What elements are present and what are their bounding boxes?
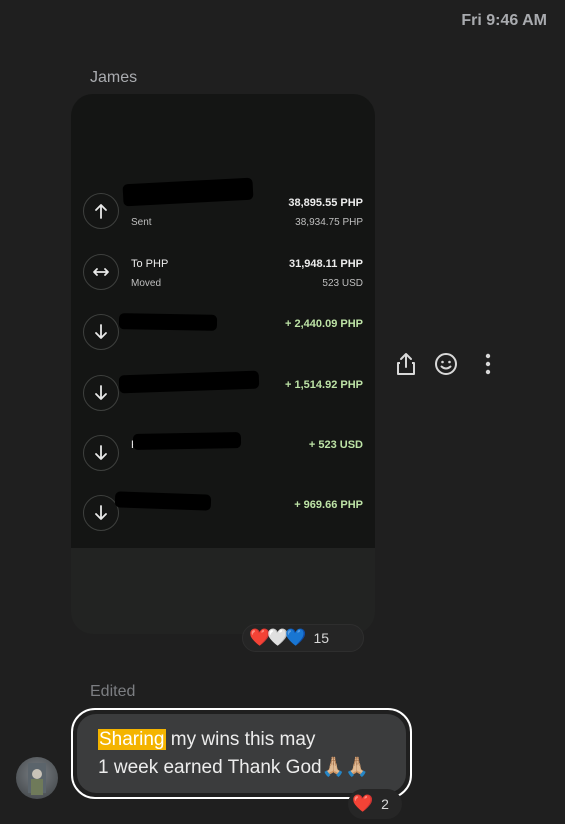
transaction-amount: 31,948.11 PHP: [288, 258, 363, 270]
arrow-down-icon: [83, 314, 119, 350]
transaction-sub-amount: 523 USD: [322, 278, 363, 289]
transaction-amount: + 969.66 PHP: [294, 499, 363, 511]
message-timestamp: Fri 9:46 AM: [461, 12, 547, 29]
transaction-amount: + 2,440.09 PHP: [285, 318, 363, 330]
arrow-up-icon: [83, 193, 119, 229]
share-icon[interactable]: [392, 350, 420, 378]
reaction-emojis: ❤️🤍💙: [249, 628, 307, 648]
message-reaction[interactable]: ❤️ 2: [348, 789, 402, 819]
transaction-amount: + 523 USD: [308, 439, 363, 451]
redaction-scribble: [118, 370, 260, 394]
transaction-row[interactable]: K+ 523 USD: [71, 432, 375, 497]
exchange-icon: [83, 254, 119, 290]
avatar[interactable]: [16, 757, 58, 799]
heart-reaction-icon: ❤️: [352, 794, 374, 813]
transaction-type: Moved: [131, 278, 162, 289]
transaction-sub-amount: 38,934.75 PHP: [295, 217, 363, 228]
reaction-emoji: ❤️: [249, 628, 270, 647]
arrow-down-icon: [83, 435, 119, 471]
transaction-amount: + 1,514.92 PHP: [285, 379, 363, 391]
reaction-emoji: 💙: [285, 628, 306, 647]
transaction-row[interactable]: + 969.66 PHP: [71, 491, 375, 557]
more-icon[interactable]: [474, 350, 502, 378]
arrow-down-icon: [83, 495, 119, 531]
highlighted-word: Sharing: [98, 729, 166, 750]
message-actions: [392, 350, 502, 378]
redaction-scribble: [114, 491, 212, 511]
transaction-name: To PHP: [131, 258, 169, 270]
smiley-icon[interactable]: [432, 350, 460, 378]
transaction-type: Sent: [131, 217, 152, 228]
reactions-summary[interactable]: ❤️🤍💙 15: [242, 624, 364, 652]
message-bubble[interactable]: Sharing my wins this may 1 week earned T…: [71, 708, 412, 799]
redaction-scribble: [118, 313, 218, 331]
message-line2: 1 week earned Thank God🙏🏼🙏🏼: [98, 757, 369, 778]
shared-screenshot[interactable]: Sent 38,895.55 PHP 38,934.75 PHP To PHP Move…: [71, 94, 375, 634]
message-line1: my wins this may: [165, 729, 316, 750]
reaction-emoji: 🤍: [267, 628, 288, 647]
arrow-down-icon: [83, 375, 119, 411]
edited-label: Edited: [90, 683, 136, 700]
redaction-scribble: [132, 432, 242, 450]
message-text: Sharing my wins this may 1 week earned T…: [77, 714, 406, 793]
heart-reaction-count: 2: [381, 796, 389, 812]
transaction-row[interactable]: To PHP Moved 31,948.11 PHP 523 USD: [71, 254, 375, 316]
redaction-scribble: [122, 177, 254, 207]
transactions-list: Sent 38,895.55 PHP 38,934.75 PHP To PHP Move…: [71, 94, 375, 548]
reaction-count: 15: [313, 630, 330, 646]
transaction-row[interactable]: + 2,440.09 PHP: [71, 313, 375, 376]
transaction-row[interactable]: Sent 38,895.55 PHP 38,934.75 PHP: [71, 177, 375, 255]
transaction-amount: 38,895.55 PHP: [288, 197, 363, 209]
transaction-row[interactable]: + 1,514.92 PHP: [71, 370, 375, 437]
sender-name: James: [90, 69, 138, 86]
